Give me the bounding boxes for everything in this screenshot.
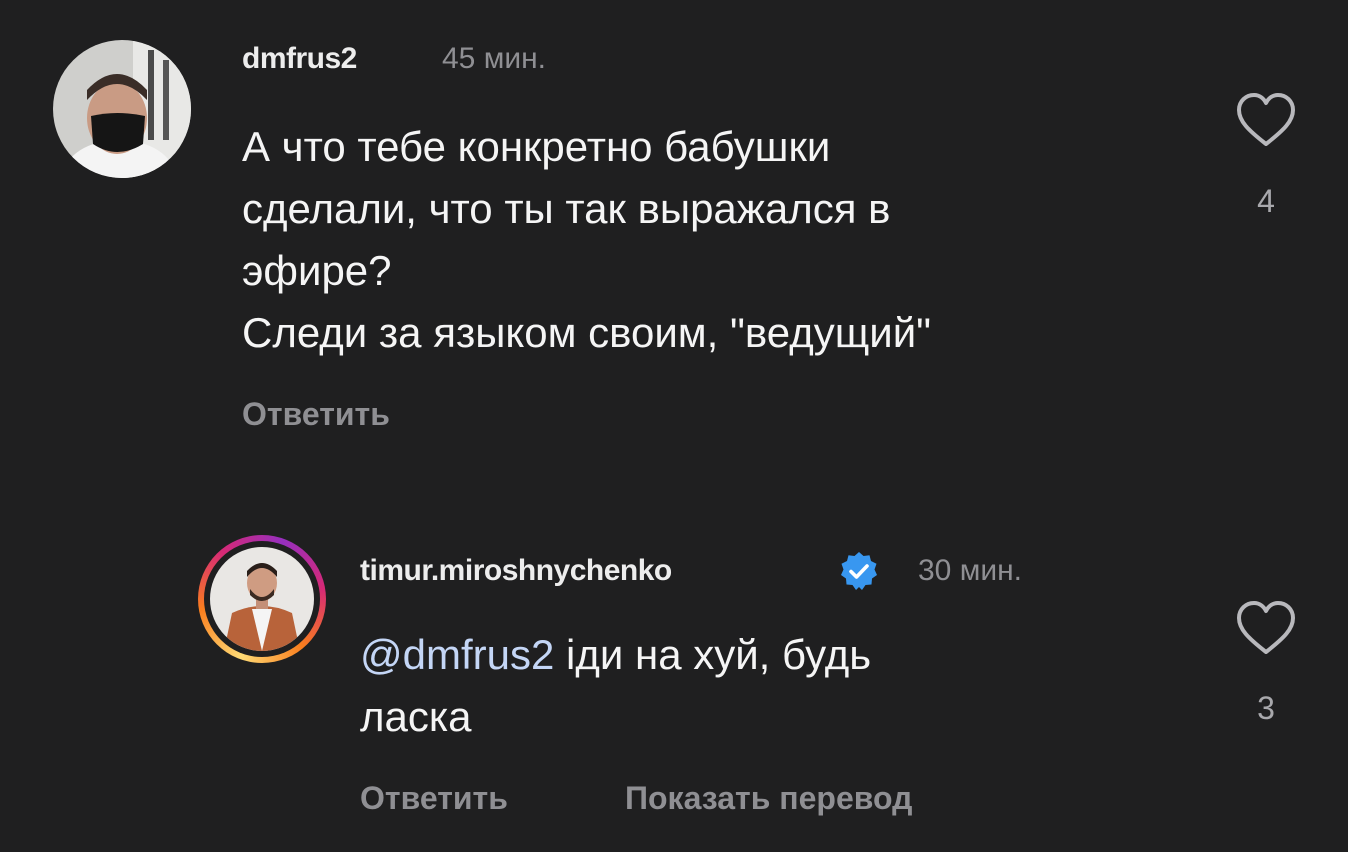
like-button[interactable] (1234, 598, 1298, 658)
comment-username[interactable]: dmfrus2 (242, 42, 357, 76)
avatar-masked-man-icon (53, 40, 191, 178)
comment-text-line: @dmfrus2 іди на хуй, будь (360, 624, 871, 686)
verified-badge-icon (838, 550, 880, 592)
show-translation-button[interactable]: Показать перевод (625, 780, 912, 817)
comment-text-line: сделали, что ты так выражался в (242, 185, 891, 232)
like-button[interactable] (1234, 90, 1298, 150)
comment-time: 45 мин. (442, 42, 546, 75)
like-count: 4 (1257, 183, 1275, 219)
heart-icon (1237, 93, 1295, 146)
avatar[interactable] (53, 40, 191, 178)
comment-text-line: Следи за языком своим, "ведущий" (242, 309, 932, 356)
avatar-man-in-suit-icon (210, 547, 314, 651)
reply-button[interactable]: Ответить (360, 780, 508, 817)
comment-username[interactable]: timur.miroshnychenko (360, 554, 672, 588)
heart-icon (1237, 601, 1295, 654)
comment-time: 30 мин. (918, 554, 1022, 587)
avatar-story-ring[interactable] (198, 535, 326, 663)
comment-text-line: ласка (360, 693, 472, 740)
comment-text-line: эфире? (242, 247, 392, 294)
comment-text-span: іди на хуй, будь (554, 631, 872, 678)
mention-link[interactable]: @dmfrus2 (360, 631, 554, 678)
like-count: 3 (1257, 690, 1275, 726)
reply-button[interactable]: Ответить (242, 396, 390, 433)
comment-text-line: А что тебе конкретно бабушки (242, 123, 831, 170)
avatar (210, 547, 314, 651)
